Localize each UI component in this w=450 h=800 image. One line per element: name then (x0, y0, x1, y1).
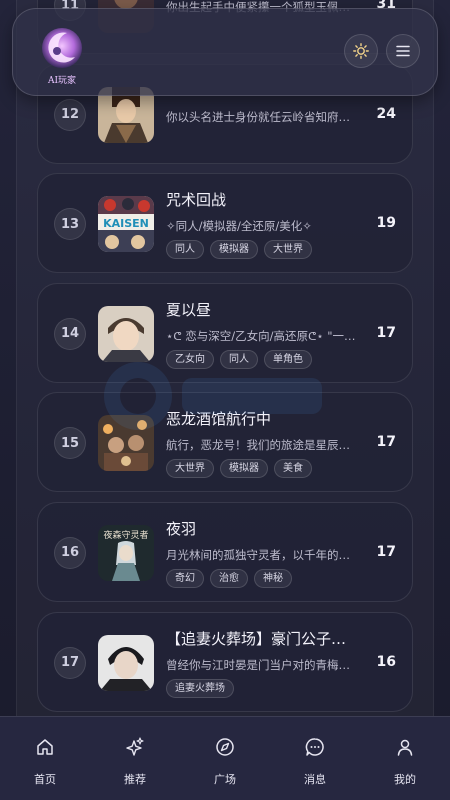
item-title: 夏以昼 (166, 300, 212, 319)
list-item[interactable]: 13 KAISEN 咒术回战 ✧同人/模拟器/全还原/美化✧ 同人 模拟器 大世… (37, 173, 413, 274)
bottom-nav: 首页 推荐 广场 消息 我的 (0, 716, 450, 800)
nav-label: 首页 (34, 773, 56, 786)
rank-badge: 17 (54, 646, 86, 679)
list-item[interactable]: 16 夜森守灵者 夜羽 月光林间的孤独守灵者，以千年的… 奇幻 治愈 神秘 17 (37, 501, 413, 602)
tag[interactable]: 模拟器 (220, 459, 268, 479)
nav-label: 消息 (304, 773, 326, 786)
user-icon (397, 739, 413, 756)
menu-button[interactable] (386, 34, 420, 68)
tag[interactable]: 治愈 (210, 568, 248, 588)
rank-badge: 14 (54, 317, 86, 350)
top-header: AI玩家 (12, 8, 438, 96)
nav-item-home[interactable]: 首页 (0, 717, 90, 800)
compass-icon (216, 738, 234, 756)
app-logo[interactable]: AI玩家 (37, 23, 87, 93)
item-description: 月光林间的孤独守灵者，以千年的… (166, 547, 350, 562)
item-description: 航行，恶龙号！我们的旅途是星辰… (166, 438, 350, 453)
character-avatar (98, 305, 154, 362)
tag[interactable]: 同人 (166, 240, 204, 260)
tag-list: 追妻火葬场 (166, 678, 234, 698)
item-count: 17 (376, 434, 396, 451)
tag[interactable]: 大世界 (264, 240, 312, 260)
tag[interactable]: 奇幻 (166, 568, 204, 588)
tag[interactable]: 追妻火葬场 (166, 678, 234, 698)
item-title: 【追妻火葬场】豪门公子… (166, 629, 347, 648)
item-count: 17 (376, 324, 396, 341)
item-count: 19 (376, 215, 396, 232)
watermark-logo (104, 362, 322, 430)
list-item[interactable]: 17 【追妻火葬场】豪门公子… 曾经你与江时晏是门当户对的青梅… 追妻火葬场 1… (37, 611, 413, 712)
tag-list: 奇幻 治愈 神秘 (166, 568, 292, 588)
item-count: 17 (376, 543, 396, 560)
home-icon (37, 739, 53, 755)
tag-list: 同人 模拟器 大世界 (166, 240, 312, 260)
chat-icon (305, 738, 324, 756)
thumb-title-text: 夜森守灵者 (103, 529, 148, 541)
tag[interactable]: 模拟器 (210, 240, 258, 260)
sun-icon (353, 43, 369, 59)
character-avatar (98, 634, 154, 691)
rank-badge: 13 (54, 208, 86, 241)
item-description: ✧同人/模拟器/全还原/美化✧ (166, 219, 312, 234)
nav-label: 我的 (394, 773, 416, 786)
theme-toggle-button[interactable] (344, 34, 378, 68)
nav-item-plaza[interactable]: 广场 (180, 717, 270, 800)
nav-item-recommend[interactable]: 推荐 (90, 717, 180, 800)
logo-text: AI玩家 (47, 76, 77, 86)
item-description: 曾经你与江时晏是门当户对的青梅… (166, 657, 350, 672)
nav-label: 推荐 (124, 773, 146, 786)
item-description: ⋆ᕦ 恋与深空/乙女向/高还原ᕦ⋆ "一… (166, 328, 356, 343)
item-count: 24 (376, 105, 396, 122)
menu-icon (396, 45, 410, 57)
rank-badge: 16 (54, 536, 86, 569)
item-title: 咒术回战 (166, 191, 227, 210)
character-avatar: KAISEN (98, 196, 154, 253)
tag[interactable]: 神秘 (254, 568, 292, 588)
item-count: 16 (376, 653, 396, 670)
thumb-kaisen-text: KAISEN (103, 217, 149, 230)
rank-badge: 15 (54, 427, 86, 460)
logo-icon (42, 28, 82, 68)
nav-item-profile[interactable]: 我的 (360, 717, 450, 800)
nav-item-messages[interactable]: 消息 (270, 717, 360, 800)
tag-list: 大世界 模拟器 美食 (166, 459, 312, 479)
sparkle-icon (126, 737, 144, 756)
character-avatar: 夜森守灵者 (98, 524, 154, 581)
item-description: 你以头名进士身份就任云岭省知府… (166, 109, 350, 124)
tag[interactable]: 大世界 (166, 459, 214, 479)
nav-label: 广场 (214, 773, 236, 786)
tag[interactable]: 美食 (274, 459, 312, 479)
rank-badge: 12 (54, 98, 86, 131)
item-title: 夜羽 (166, 519, 197, 538)
